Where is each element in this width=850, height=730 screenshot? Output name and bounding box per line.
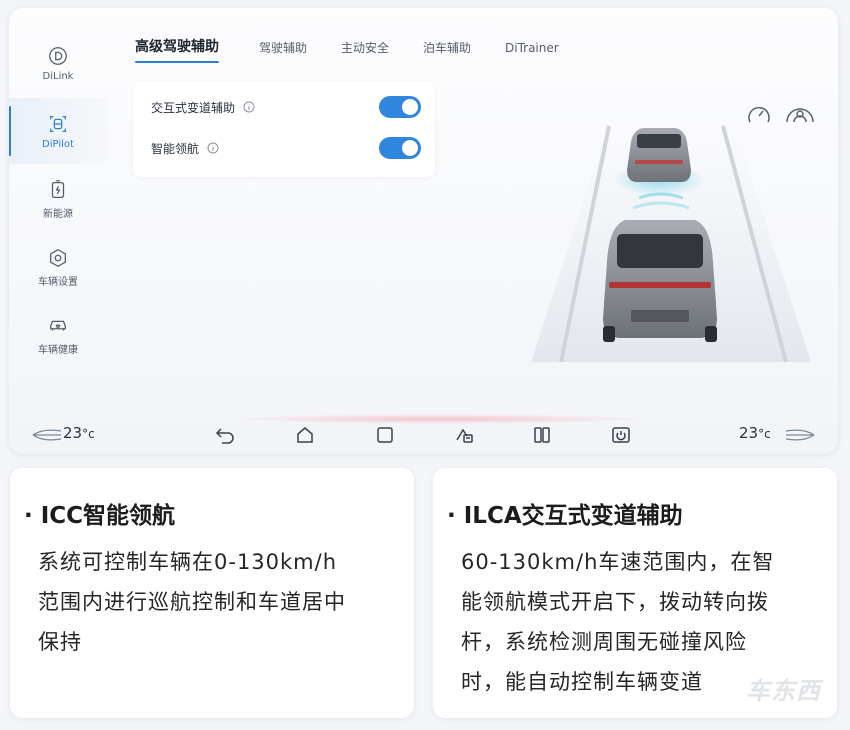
- tab-ditrainer[interactable]: DiTrainer: [505, 38, 559, 64]
- temp-value: 23: [739, 424, 759, 442]
- tab-driving-assist[interactable]: 驾驶辅助: [259, 38, 307, 64]
- ego-car: [603, 220, 717, 342]
- battery-icon: [51, 179, 65, 198]
- car-screen: DiLink DiPilot 新能源 车辆设置 车辆健康 高级驾驶辅助 驾驶辅助…: [9, 8, 838, 454]
- card-title: · ICC智能领航: [24, 503, 176, 529]
- toggle-knob: [402, 140, 418, 156]
- sidebar-item-vehicle-settings[interactable]: 车辆设置: [9, 234, 107, 300]
- card-line: 杆，系统检测周围无碰撞风险: [461, 630, 747, 654]
- setting-row-navigation: 智能领航: [151, 134, 421, 162]
- sidebar-item-new-energy[interactable]: 新能源: [9, 166, 107, 232]
- fan-left-icon[interactable]: [31, 428, 63, 442]
- sidebar-item-label: 车辆设置: [38, 276, 78, 288]
- info-icon[interactable]: [207, 142, 219, 154]
- temp-unit: °c: [82, 427, 95, 441]
- card-title: · ILCA交互式变道辅助: [447, 503, 683, 529]
- card-line: 保持: [38, 630, 82, 654]
- square-icon[interactable]: [375, 426, 395, 444]
- back-icon[interactable]: [215, 426, 235, 444]
- sidebar-item-dipilot[interactable]: DiPilot: [9, 98, 107, 164]
- icc-card: · ICC智能领航 系统可控制车辆在0-130km/h 范围内进行巡航控制和车道…: [10, 468, 414, 718]
- bottom-bar: 23°c 23°c: [9, 412, 838, 454]
- sidebar-item-label: 新能源: [43, 208, 73, 220]
- right-temperature[interactable]: 23°c: [739, 424, 771, 442]
- ilca-card: · ILCA交互式变道辅助 60-130km/h车速范围内，在智 能领航模式开启…: [433, 468, 837, 718]
- sidebar-item-label: DiPilot: [42, 138, 74, 150]
- home-icon[interactable]: [295, 426, 315, 444]
- setting-row-lane-change: 交互式变道辅助: [151, 93, 421, 121]
- card-line: 60-130km/h车速范围内，在智: [461, 550, 775, 574]
- card-body: 系统可控制车辆在0-130km/h 范围内进行巡航控制和车道居中 保持: [38, 542, 400, 662]
- d-circle-icon: [49, 46, 67, 65]
- sidebar-item-label: DiLink: [42, 70, 74, 82]
- toggle-knob: [402, 99, 418, 115]
- tab-advanced-driving-assist[interactable]: 高级驾驶辅助: [135, 37, 219, 63]
- tab-parking-assist[interactable]: 泊车辅助: [423, 38, 471, 64]
- fan-right-icon[interactable]: [784, 428, 816, 442]
- settings-panel: 交互式变道辅助 智能领航: [133, 82, 435, 177]
- settings-hex-icon: [50, 248, 66, 267]
- sidebar-item-label: 车辆健康: [38, 344, 78, 356]
- card-line: 能领航模式开启下，拨动转向拨: [461, 590, 769, 614]
- sidebar-item-vehicle-health[interactable]: 车辆健康: [9, 302, 107, 368]
- lane-change-toggle[interactable]: [379, 96, 421, 118]
- tab-active-safety[interactable]: 主动安全: [341, 38, 389, 64]
- info-icon[interactable]: [243, 101, 255, 113]
- left-temperature[interactable]: 23°c: [63, 424, 95, 442]
- setting-label: 智能领航: [151, 141, 200, 156]
- road-scene: [531, 122, 811, 363]
- car-heart-icon: [50, 320, 66, 331]
- card-line: 范围内进行巡航控制和车道居中: [38, 590, 346, 614]
- watermark: 车东西: [746, 677, 821, 705]
- navigation-toggle[interactable]: [379, 137, 421, 159]
- card-line: 系统可控制车辆在0-130km/h: [38, 550, 338, 574]
- split-icon[interactable]: [532, 426, 552, 444]
- power-icon[interactable]: [611, 426, 631, 444]
- pilot-icon: [50, 115, 66, 132]
- temp-value: 23: [63, 424, 83, 442]
- setting-label: 交互式变道辅助: [151, 100, 236, 115]
- sidebar-item-dilink[interactable]: DiLink: [9, 30, 107, 96]
- ac-icon[interactable]: [455, 426, 475, 444]
- sidebar: DiLink DiPilot 新能源 车辆设置 车辆健康: [9, 30, 107, 410]
- glow: [229, 414, 649, 424]
- temp-unit: °c: [758, 427, 771, 441]
